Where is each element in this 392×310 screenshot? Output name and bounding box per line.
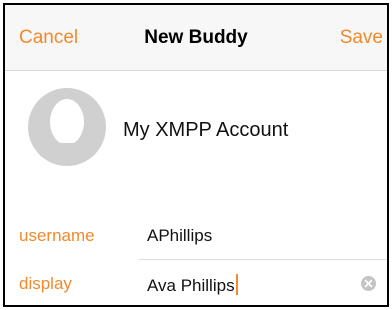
page-title: New Buddy (144, 27, 248, 48)
clear-circle-icon[interactable] (361, 276, 376, 291)
display-label: display (19, 274, 72, 293)
section-spacer (5, 191, 387, 213)
account-name: My XMPP Account (123, 119, 289, 141)
account-selector-row[interactable]: My XMPP Account (5, 71, 387, 191)
username-value: APhillips (147, 226, 213, 245)
username-label: username (19, 226, 95, 245)
display-row[interactable]: display Ava Phillips (5, 261, 387, 305)
text-cursor (235, 274, 238, 295)
person-silhouette-icon (28, 88, 106, 166)
save-button[interactable]: Save (340, 27, 383, 49)
navigation-bar: Cancel New Buddy Save (5, 5, 387, 71)
username-field[interactable]: APhillips (147, 226, 212, 248)
username-row[interactable]: username APhillips (5, 213, 387, 259)
display-value: Ava Phillips (147, 276, 235, 295)
display-name-field[interactable]: Ava Phillips (147, 274, 238, 296)
new-buddy-screen: Cancel New Buddy Save My XMPP Account us… (3, 3, 389, 307)
row-divider (139, 259, 387, 260)
